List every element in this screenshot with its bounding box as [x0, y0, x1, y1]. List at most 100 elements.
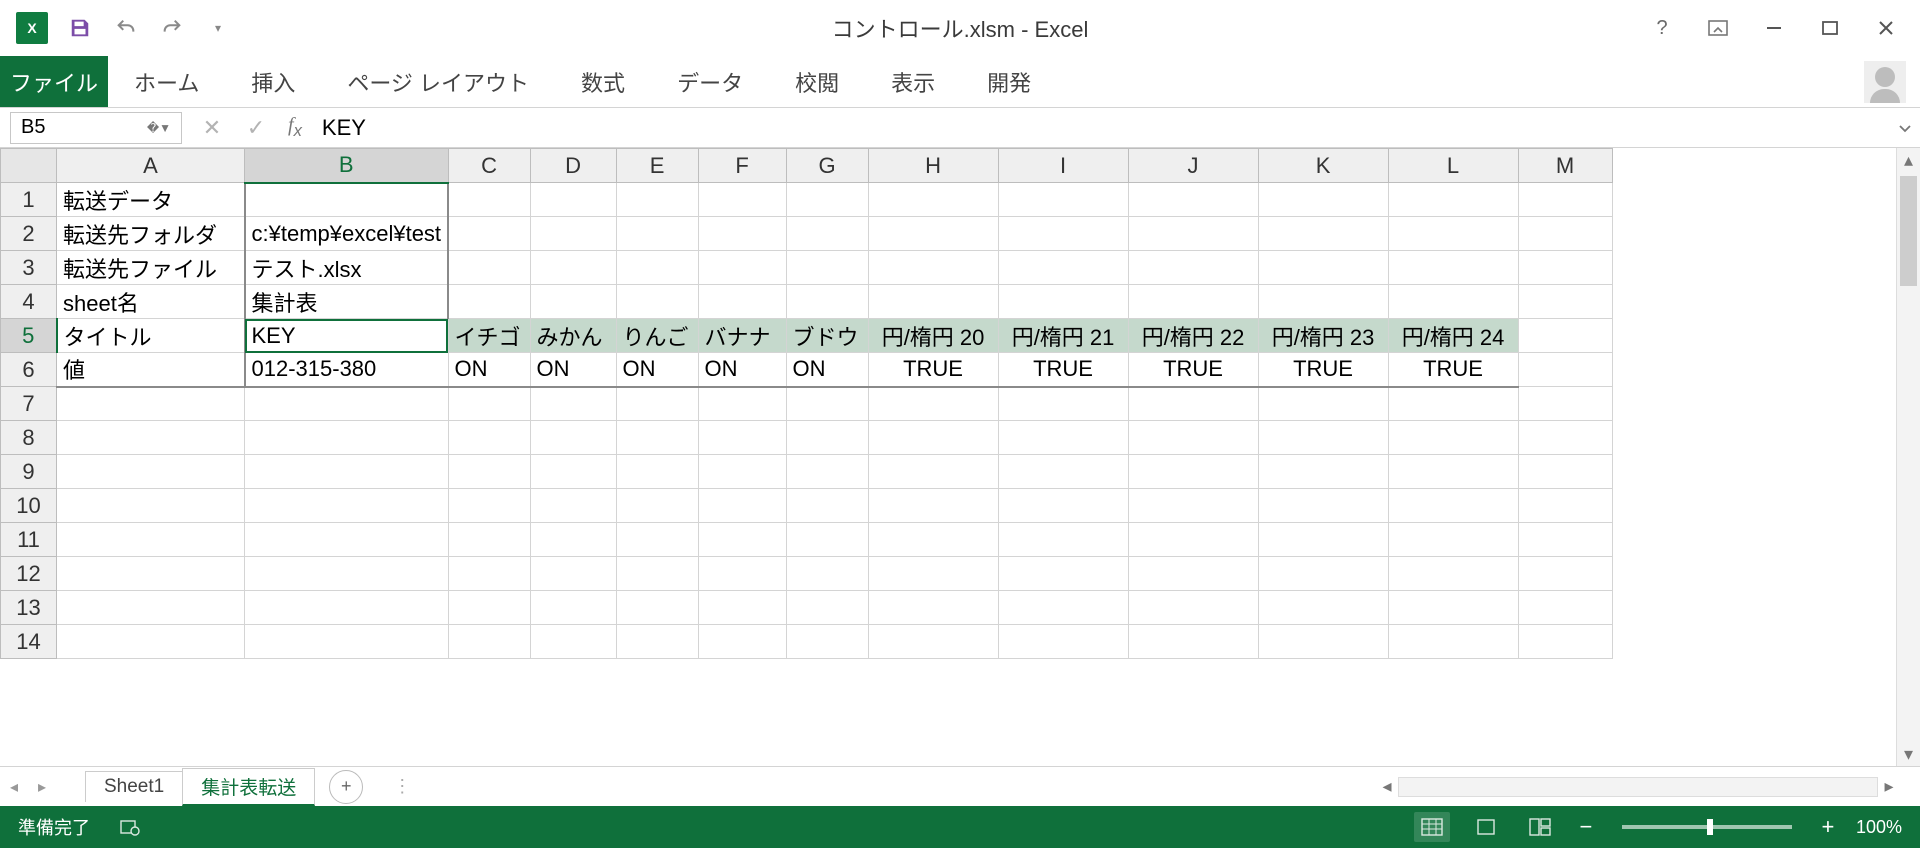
- cell[interactable]: [1388, 387, 1518, 421]
- zoom-in-button[interactable]: +: [1818, 814, 1838, 840]
- cell[interactable]: [698, 455, 786, 489]
- cell[interactable]: [530, 489, 616, 523]
- ribbon-display-button[interactable]: [1704, 14, 1732, 42]
- cell[interactable]: [1128, 591, 1258, 625]
- cell[interactable]: [1388, 591, 1518, 625]
- scroll-down-icon[interactable]: ▾: [1897, 742, 1920, 766]
- cell[interactable]: [245, 387, 449, 421]
- undo-button[interactable]: [112, 14, 140, 42]
- name-box-dropdown-icon[interactable]: �▼: [147, 121, 171, 135]
- cell[interactable]: [245, 557, 449, 591]
- cell[interactable]: [1388, 421, 1518, 455]
- cell[interactable]: イチゴ: [448, 319, 530, 353]
- cell[interactable]: [245, 591, 449, 625]
- cell[interactable]: [786, 421, 868, 455]
- cell[interactable]: [1128, 557, 1258, 591]
- cell[interactable]: [698, 489, 786, 523]
- row-header[interactable]: 3: [1, 251, 57, 285]
- cell[interactable]: ON: [530, 353, 616, 387]
- cell[interactable]: [868, 625, 998, 659]
- cell[interactable]: [786, 285, 868, 319]
- cell[interactable]: [57, 387, 245, 421]
- cell[interactable]: [245, 625, 449, 659]
- close-button[interactable]: [1872, 14, 1900, 42]
- column-header[interactable]: M: [1518, 149, 1612, 183]
- cell[interactable]: [1258, 183, 1388, 217]
- cell[interactable]: 円/楕円 22: [1128, 319, 1258, 353]
- cell[interactable]: バナナ: [698, 319, 786, 353]
- horizontal-scrollbar[interactable]: [1398, 777, 1878, 797]
- cell[interactable]: [1128, 387, 1258, 421]
- cell[interactable]: 転送先ファイル: [57, 251, 245, 285]
- row-header[interactable]: 8: [1, 421, 57, 455]
- cell[interactable]: [1128, 251, 1258, 285]
- tab-data[interactable]: データ: [651, 56, 769, 107]
- add-sheet-button[interactable]: +: [329, 770, 363, 804]
- qat-customize-icon[interactable]: ▾: [204, 14, 232, 42]
- row-header[interactable]: 7: [1, 387, 57, 421]
- cell[interactable]: [698, 421, 786, 455]
- cell[interactable]: [1518, 353, 1612, 387]
- cell[interactable]: KEY: [245, 319, 449, 353]
- user-account-icon[interactable]: [1864, 61, 1906, 103]
- cell[interactable]: [1518, 523, 1612, 557]
- redo-button[interactable]: [158, 14, 186, 42]
- cell[interactable]: [1258, 285, 1388, 319]
- cell[interactable]: [1388, 217, 1518, 251]
- cell[interactable]: [57, 489, 245, 523]
- cell[interactable]: [57, 557, 245, 591]
- cell[interactable]: [448, 489, 530, 523]
- cell[interactable]: みかん: [530, 319, 616, 353]
- row-header[interactable]: 10: [1, 489, 57, 523]
- sheet-nav-next[interactable]: ▸: [28, 777, 56, 797]
- cell[interactable]: 円/楕円 21: [998, 319, 1128, 353]
- cell[interactable]: [786, 489, 868, 523]
- cell[interactable]: [448, 285, 530, 319]
- cell[interactable]: [530, 591, 616, 625]
- worksheet-grid[interactable]: ABCDEFGHIJKLM1転送データ2転送先フォルダc:¥temp¥excel…: [0, 148, 1920, 766]
- tab-developer[interactable]: 開発: [961, 56, 1057, 107]
- cell[interactable]: [57, 421, 245, 455]
- cancel-formula-button[interactable]: ✕: [200, 115, 224, 141]
- cell[interactable]: [998, 421, 1128, 455]
- cell[interactable]: [698, 557, 786, 591]
- cell[interactable]: [1258, 455, 1388, 489]
- cell[interactable]: [448, 455, 530, 489]
- cell[interactable]: [57, 455, 245, 489]
- cell[interactable]: [1128, 421, 1258, 455]
- cell[interactable]: [448, 523, 530, 557]
- cell[interactable]: [698, 625, 786, 659]
- cell[interactable]: [1128, 625, 1258, 659]
- cell[interactable]: [616, 591, 698, 625]
- cell[interactable]: [1388, 557, 1518, 591]
- cell[interactable]: [530, 625, 616, 659]
- cell[interactable]: [868, 285, 998, 319]
- cell[interactable]: [1518, 285, 1612, 319]
- cell[interactable]: 値: [57, 353, 245, 387]
- help-button[interactable]: ?: [1648, 14, 1676, 42]
- tab-split-handle[interactable]: ⋮: [393, 776, 411, 797]
- cell[interactable]: [998, 489, 1128, 523]
- cell[interactable]: [1388, 523, 1518, 557]
- cell[interactable]: [1518, 557, 1612, 591]
- cell[interactable]: [1258, 387, 1388, 421]
- cell[interactable]: [530, 285, 616, 319]
- cell[interactable]: [1518, 319, 1612, 353]
- cell[interactable]: [998, 217, 1128, 251]
- cell[interactable]: [998, 625, 1128, 659]
- cell[interactable]: [616, 217, 698, 251]
- enter-formula-button[interactable]: ✓: [244, 115, 268, 141]
- cell[interactable]: [786, 557, 868, 591]
- column-header[interactable]: F: [698, 149, 786, 183]
- cell[interactable]: [1518, 455, 1612, 489]
- cell[interactable]: [998, 251, 1128, 285]
- row-header[interactable]: 2: [1, 217, 57, 251]
- cell[interactable]: [1518, 489, 1612, 523]
- row-header[interactable]: 12: [1, 557, 57, 591]
- cell[interactable]: [530, 557, 616, 591]
- cell[interactable]: [786, 591, 868, 625]
- sheet-nav-prev[interactable]: ◂: [0, 777, 28, 797]
- cell[interactable]: sheet名: [57, 285, 245, 319]
- cell[interactable]: [530, 183, 616, 217]
- cell[interactable]: [245, 489, 449, 523]
